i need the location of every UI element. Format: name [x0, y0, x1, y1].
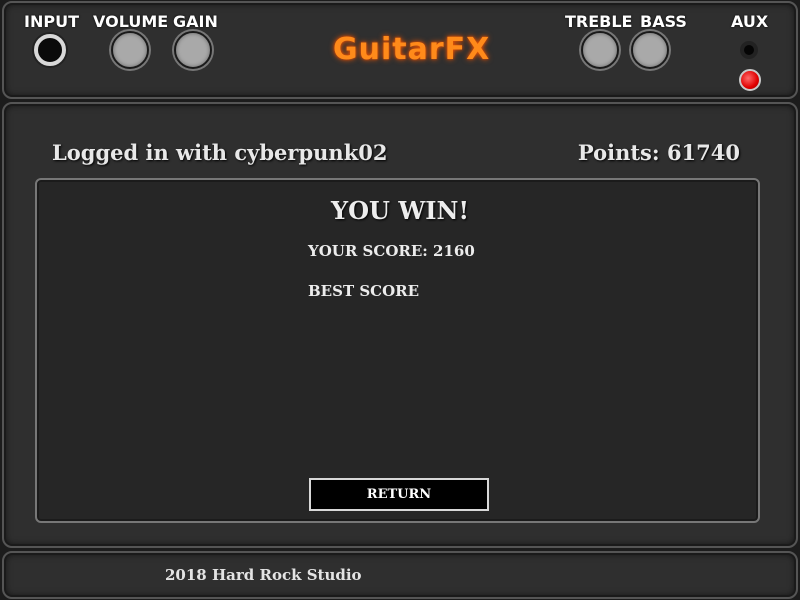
treble-label: TREBLE — [565, 12, 633, 31]
input-jack-icon — [34, 34, 66, 66]
volume-label: VOLUME — [93, 12, 169, 31]
logged-in-status: Logged in with cyberpunk02 — [52, 140, 388, 165]
points-display: Points: 61740 — [577, 140, 740, 165]
footer-panel — [2, 551, 798, 599]
return-button[interactable]: RETURN — [309, 478, 489, 511]
best-score: BEST SCORE — [308, 282, 420, 300]
bass-label: BASS — [640, 12, 687, 31]
aux-label: AUX — [731, 12, 769, 31]
brand-logo: GuitarFX — [333, 32, 491, 67]
result-dialog — [35, 178, 760, 523]
aux-jack-icon — [740, 41, 758, 59]
copyright-text: 2018 Hard Rock Studio — [165, 566, 362, 584]
bass-knob[interactable] — [631, 31, 669, 69]
power-led-icon — [739, 69, 761, 91]
gain-label: GAIN — [173, 12, 218, 31]
return-button-label: RETURN — [366, 487, 432, 502]
your-score: YOUR SCORE: 2160 — [308, 242, 475, 260]
input-label: INPUT — [24, 12, 79, 31]
treble-knob[interactable] — [581, 31, 619, 69]
win-title: YOU WIN! — [331, 196, 469, 225]
volume-knob[interactable] — [111, 31, 149, 69]
gain-knob[interactable] — [174, 31, 212, 69]
